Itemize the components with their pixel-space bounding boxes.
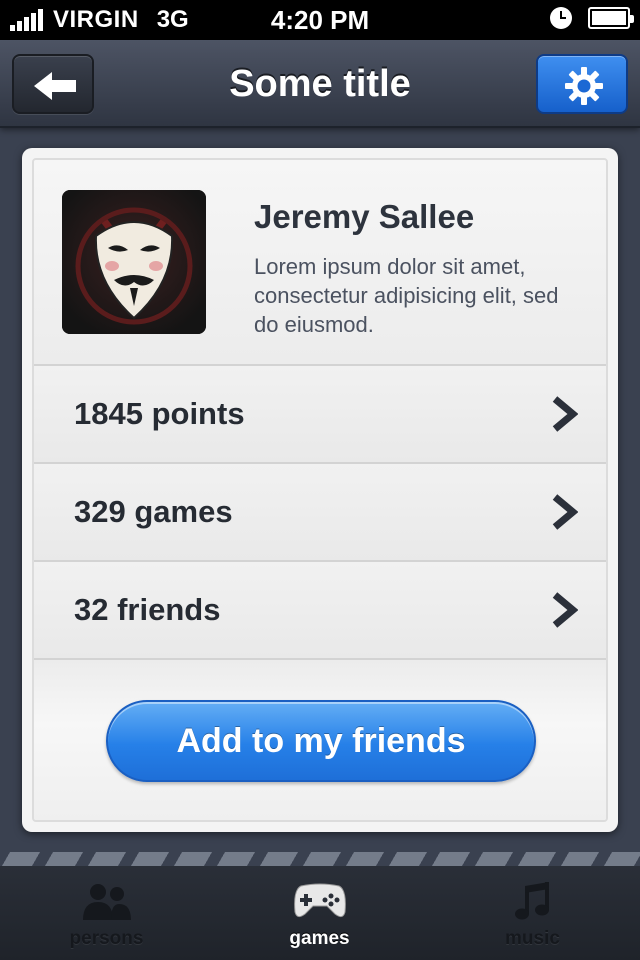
arrow-left-icon xyxy=(34,72,76,100)
battery-icon xyxy=(588,7,634,29)
add-to-friends-button[interactable]: Add to my friends xyxy=(106,700,536,782)
stitch-divider xyxy=(0,852,640,866)
music-note-icon xyxy=(514,882,549,920)
stat-row-games[interactable]: 329 games xyxy=(34,464,606,562)
tab-label: games xyxy=(289,928,350,949)
profile-name: Jeremy Sallee xyxy=(254,198,475,235)
back-button[interactable] xyxy=(12,54,94,114)
tab-games[interactable]: games xyxy=(213,866,426,960)
alarm-clock-icon xyxy=(550,7,572,29)
stat-label: 1845 points xyxy=(74,396,245,431)
action-area: Add to my friends xyxy=(34,660,606,820)
status-bar: VIRGIN 3G 4:20 PM xyxy=(0,0,640,40)
stat-row-points[interactable]: 1845 points xyxy=(34,366,606,464)
chevron-right-icon xyxy=(552,592,578,628)
mask-avatar-icon xyxy=(62,190,206,334)
profile-bio: Lorem ipsum dolor sit amet, consectetur … xyxy=(254,254,559,337)
gamepad-icon xyxy=(293,883,346,918)
status-time: 4:20 PM xyxy=(270,5,370,35)
chevron-right-icon xyxy=(552,396,578,432)
navigation-bar: Some title xyxy=(0,40,640,128)
status-right xyxy=(550,7,634,29)
profile-card-inner: Jeremy Sallee Lorem ipsum dolor sit amet… xyxy=(32,158,608,822)
stat-row-friends[interactable]: 32 friends xyxy=(34,562,606,660)
persons-icon xyxy=(82,884,131,920)
tab-bar: persons games music xyxy=(0,866,640,960)
gear-icon xyxy=(565,67,603,105)
tab-persons[interactable]: persons xyxy=(0,866,213,960)
tab-music[interactable]: music xyxy=(426,866,639,960)
tab-label: persons xyxy=(69,928,144,949)
chevron-right-icon xyxy=(552,494,578,530)
profile-header: Jeremy Sallee Lorem ipsum dolor sit amet… xyxy=(34,160,606,366)
profile-card: Jeremy Sallee Lorem ipsum dolor sit amet… xyxy=(22,148,618,832)
avatar xyxy=(62,190,206,334)
stat-label: 32 friends xyxy=(74,592,221,627)
stat-label: 329 games xyxy=(74,494,233,529)
tab-label: music xyxy=(505,928,560,949)
settings-button[interactable] xyxy=(536,54,628,114)
